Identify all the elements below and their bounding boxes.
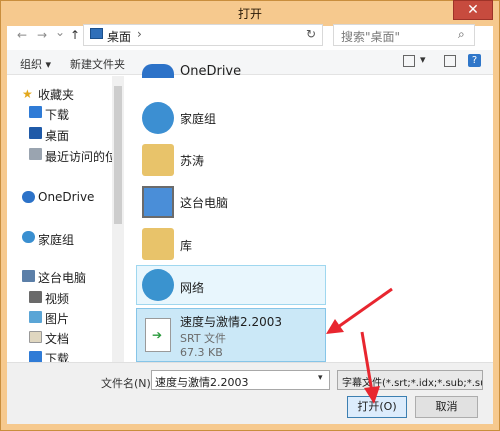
annotation-arrowhead-open [364, 386, 380, 404]
annotation-arrow-open [360, 331, 374, 393]
annotation-arrows [326, 287, 393, 404]
annotation-arrow-file [337, 287, 393, 329]
